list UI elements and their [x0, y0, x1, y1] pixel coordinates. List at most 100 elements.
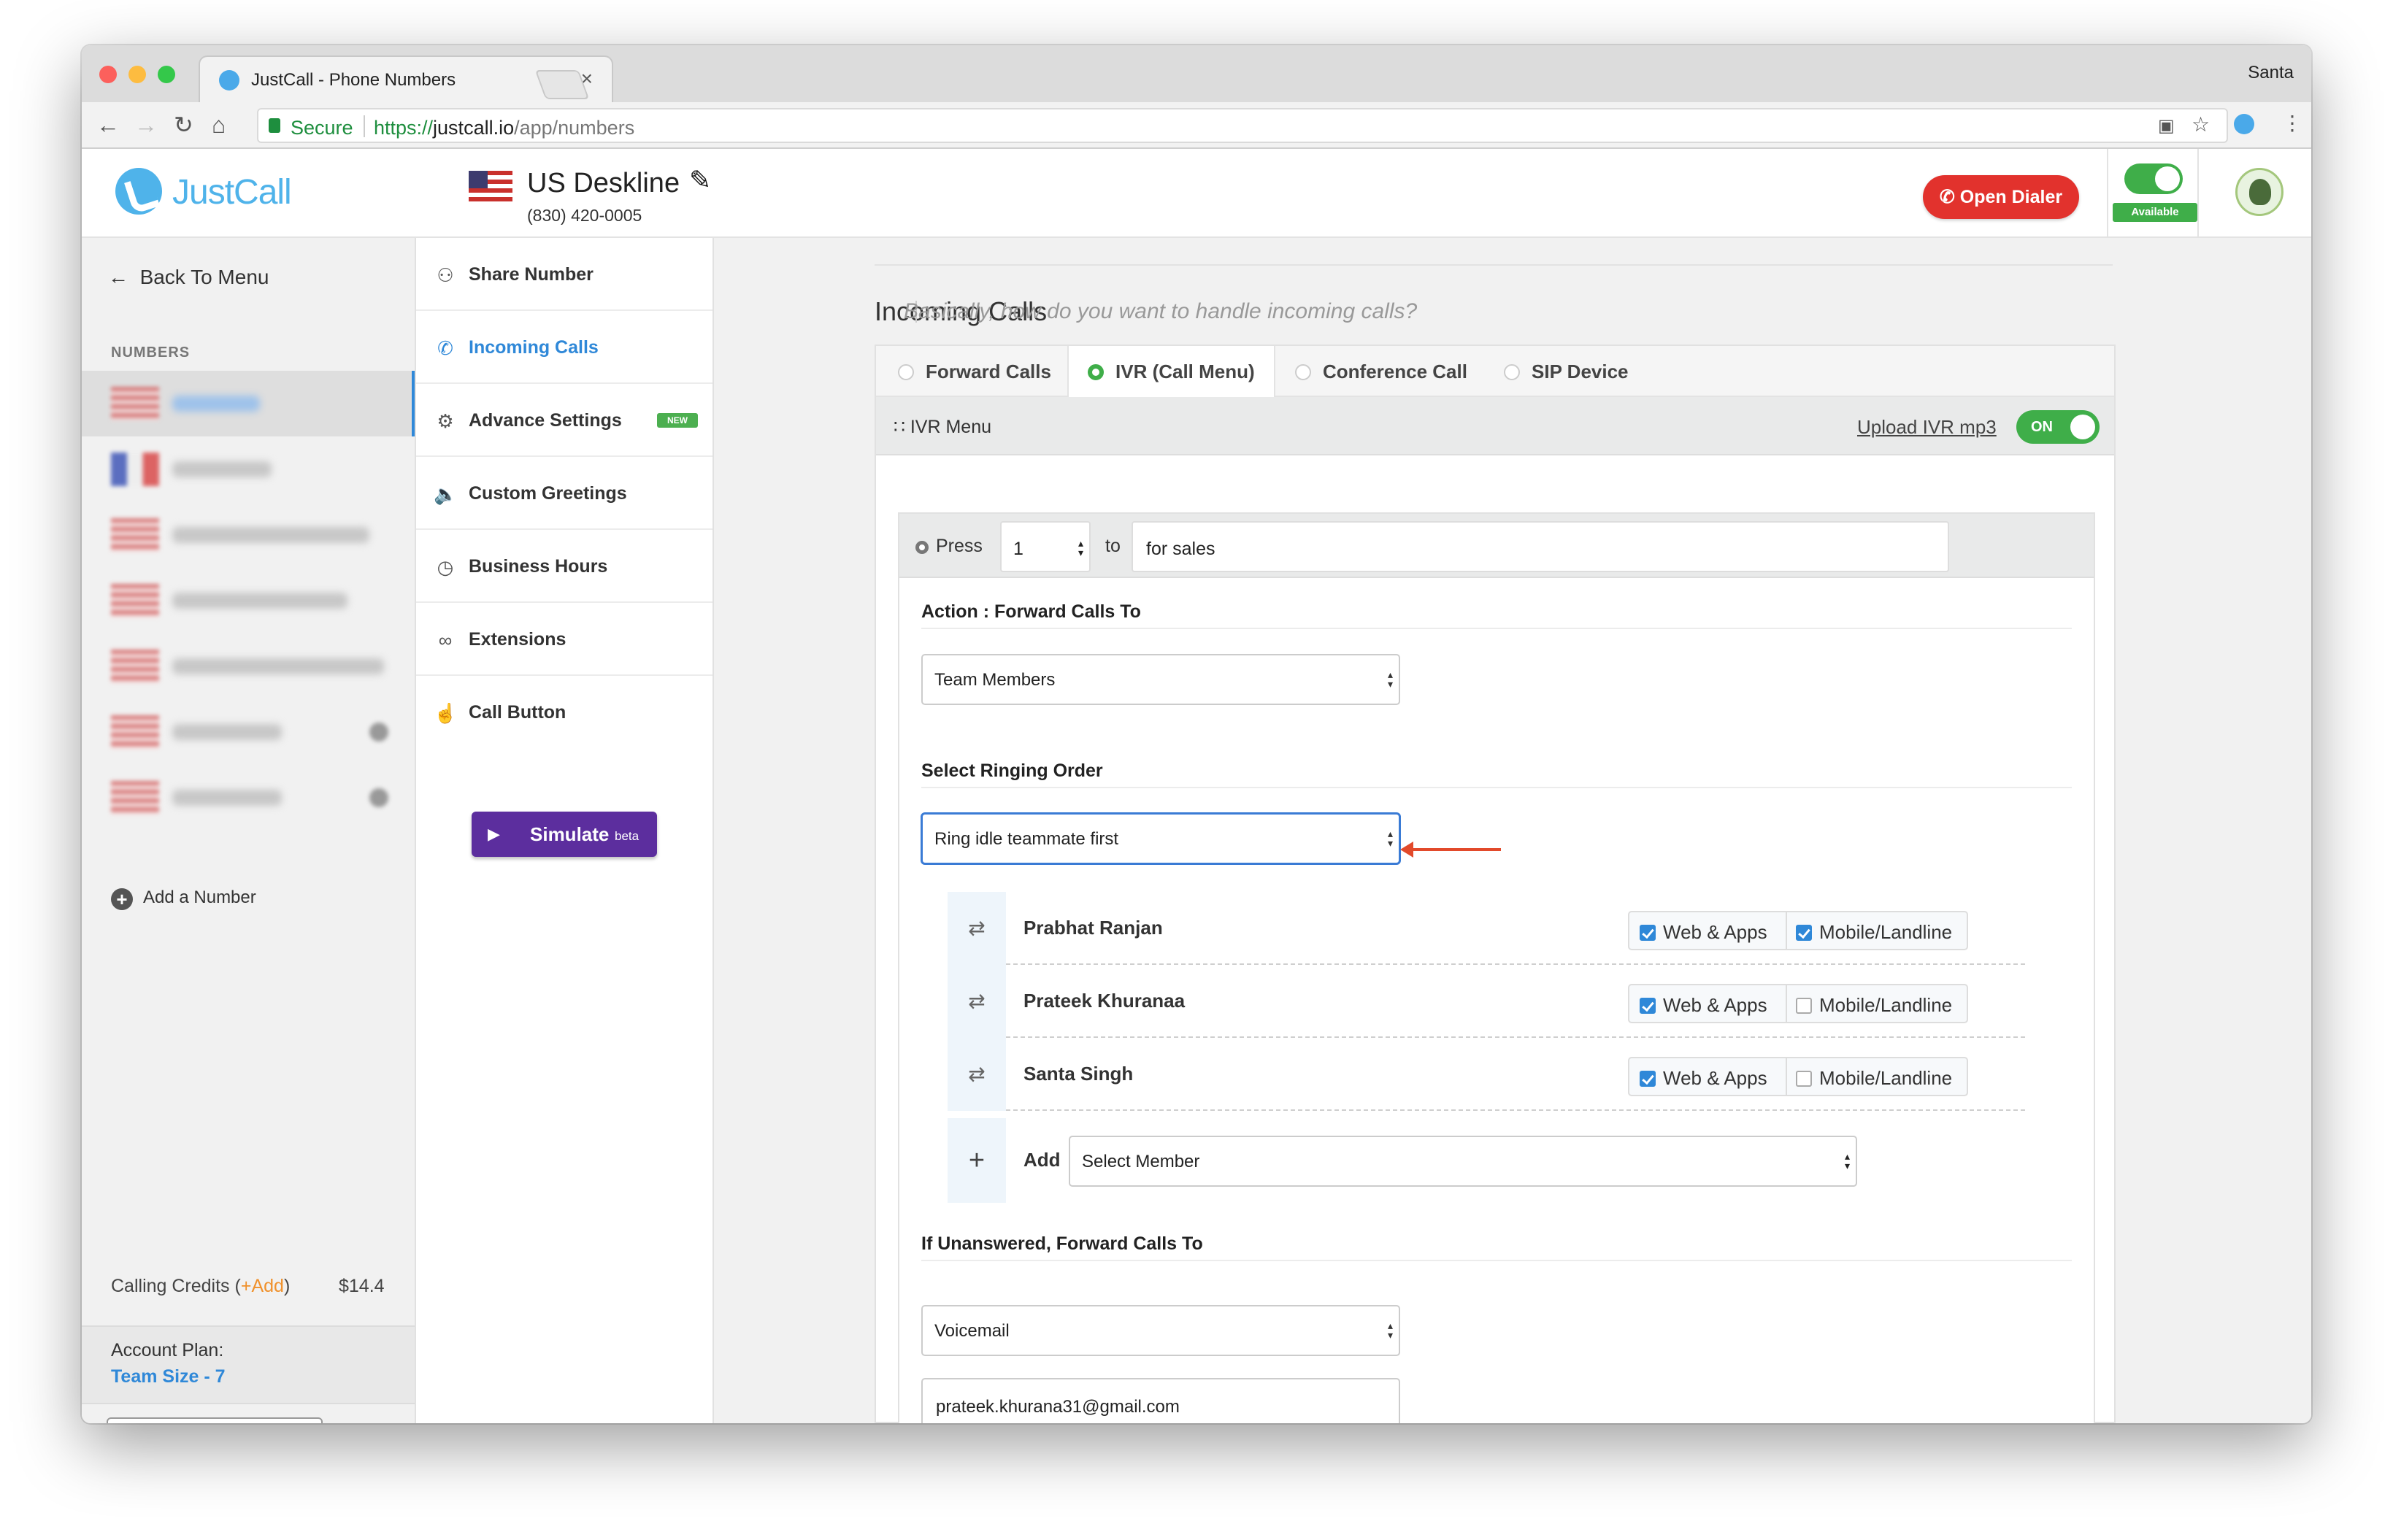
shuffle-icon[interactable]: ⇄ — [948, 965, 1006, 1038]
minimize-window-button[interactable] — [128, 66, 146, 83]
menu-item-label: Call Button — [469, 702, 566, 723]
number-row[interactable] — [82, 436, 415, 502]
select-member-dropdown[interactable]: Select Member — [1069, 1136, 1857, 1187]
ringing-order-select[interactable]: Ring idle teammate first — [921, 813, 1400, 864]
users-icon: ⚇ — [437, 264, 454, 286]
number-value: (830) 420-0005 — [527, 206, 642, 225]
press-key-select[interactable]: 1 — [1000, 521, 1091, 572]
shuffle-icon[interactable]: ⇄ — [948, 1038, 1006, 1111]
mobile-landline-checkbox[interactable]: Mobile/Landline — [1796, 921, 1952, 944]
web-apps-checkbox[interactable]: Web & Apps — [1640, 994, 1767, 1017]
add-number-button[interactable]: + Add a Number — [111, 888, 256, 910]
ivr-option-panel: Press 1 to for sales Action : Forward Ca… — [898, 512, 2095, 1423]
ivr-menu-bar: ∷ IVR Menu Upload IVR mp3 ON — [876, 397, 2114, 455]
to-label: to — [1105, 536, 1121, 556]
ivr-menu-label: IVR Menu — [910, 417, 992, 437]
add-number-label: Add a Number — [143, 888, 256, 907]
reload-icon[interactable]: ↻ — [174, 112, 193, 137]
add-member-row: + Add Select Member — [948, 1118, 2025, 1203]
bookmark-star-icon[interactable]: ☆ — [2192, 112, 2210, 136]
ringing-order-heading: Select Ringing Order — [921, 761, 1103, 781]
flag-icon — [111, 715, 159, 749]
simulate-button[interactable]: ▶ Simulate beta — [472, 812, 657, 857]
address-bar[interactable]: Secure https://justcall.io/app/numbers ▣… — [257, 108, 2228, 143]
checkbox-label: Mobile/Landline — [1819, 994, 1953, 1016]
press-label: Press — [936, 536, 983, 556]
plan-value[interactable]: Team Size - 7 — [111, 1366, 226, 1387]
menu-item-business-hours[interactable]: ◷ Business Hours — [416, 530, 712, 603]
plus-icon[interactable]: + — [948, 1118, 1006, 1203]
more-menu-icon[interactable]: ⋮ — [2282, 111, 2302, 135]
shuffle-icon[interactable]: ⇄ — [948, 892, 1006, 965]
back-to-menu-link[interactable]: ← Back To Menu — [108, 266, 269, 289]
availability-toggle[interactable] — [2124, 163, 2183, 194]
press-option[interactable]: Press — [915, 536, 983, 557]
ivr-toggle[interactable]: ON — [2016, 410, 2100, 444]
number-row[interactable] — [82, 502, 415, 568]
number-row[interactable] — [82, 371, 415, 436]
menu-item-incoming-calls[interactable]: ✆ Incoming Calls — [416, 311, 712, 384]
web-apps-checkbox[interactable]: Web & Apps — [1640, 1067, 1767, 1090]
url-text[interactable]: https://justcall.io/app/numbers — [374, 117, 634, 139]
action-heading: Action : Forward Calls To — [921, 601, 1141, 622]
menu-item-label: Advance Settings — [469, 410, 622, 431]
checkbox-label: Mobile/Landline — [1819, 921, 1953, 943]
voicemail-email-input[interactable]: prateek.khurana31@gmail.com — [921, 1378, 1400, 1423]
menu-item-custom-greetings[interactable]: 🔈 Custom Greetings — [416, 457, 712, 530]
section-rule — [921, 628, 2072, 629]
back-arrow-icon[interactable]: ← — [96, 112, 120, 137]
plus-circle-icon: + — [111, 888, 133, 910]
tab-forward-calls[interactable]: Forward Calls — [898, 346, 1051, 397]
add-credits-link[interactable]: +Add — [241, 1276, 284, 1296]
zoom-window-button[interactable] — [158, 66, 175, 83]
number-row[interactable] — [82, 765, 415, 831]
mobile-landline-checkbox[interactable]: Mobile/Landline — [1796, 1067, 1952, 1090]
number-row[interactable] — [82, 699, 415, 765]
home-icon[interactable]: ⌂ — [212, 112, 226, 137]
menu-item-extensions[interactable]: ∞ Extensions — [416, 603, 712, 676]
menu-item-advance-settings[interactable]: ⚙ Advance Settings NEW — [416, 384, 712, 457]
number-row[interactable] — [82, 568, 415, 634]
justcall-logo-icon[interactable] — [115, 168, 162, 215]
phone-icon: ✆ — [1939, 187, 1960, 207]
checkbox-unchecked-icon — [1796, 1071, 1812, 1087]
justcall-extension-icon[interactable] — [2234, 114, 2254, 134]
tab-ivr-call-menu[interactable]: IVR (Call Menu) — [1067, 346, 1275, 397]
action-select[interactable]: Team Members — [921, 654, 1400, 705]
number-name: US Deskline — [527, 168, 680, 199]
open-dialer-button[interactable]: ✆ Open Dialer — [1923, 175, 2079, 219]
profile-name[interactable]: Santa — [2248, 63, 2294, 83]
top-divider — [875, 264, 2113, 266]
ivr-menu-title: ∷ IVR Menu — [894, 416, 991, 438]
mobile-landline-checkbox[interactable]: Mobile/Landline — [1796, 994, 1952, 1017]
edit-pencil-icon[interactable]: ✎ — [689, 165, 711, 196]
flag-icon — [111, 387, 159, 420]
checkbox-checked-icon — [1640, 1071, 1656, 1087]
new-badge: NEW — [657, 413, 698, 428]
number-row[interactable] — [82, 634, 415, 699]
justcall-favicon-icon — [219, 70, 239, 91]
logo-text[interactable]: JustCall — [172, 172, 292, 212]
gear-icon: ⚙ — [437, 410, 454, 432]
menu-item-share-number[interactable]: ⚇ Share Number — [416, 238, 712, 311]
camera-icon[interactable]: ▣ — [2158, 115, 2175, 136]
language-select[interactable]: Select Language — [107, 1417, 323, 1423]
checkbox-divider — [1786, 985, 1787, 1022]
upload-ivr-link[interactable]: Upload IVR mp3 — [1857, 416, 1997, 439]
radio-icon — [1504, 364, 1520, 380]
tab-conference-call[interactable]: Conference Call — [1295, 346, 1467, 397]
menu-item-call-button[interactable]: ☝ Call Button — [416, 676, 712, 749]
forward-arrow-icon[interactable]: → — [134, 112, 158, 137]
user-avatar[interactable] — [2235, 168, 2283, 216]
close-window-button[interactable] — [99, 66, 117, 83]
member-channels: Web & Apps Mobile/Landline — [1628, 911, 1968, 950]
menu-item-label: Business Hours — [469, 556, 608, 577]
press-description-input[interactable]: for sales — [1132, 521, 1949, 572]
checkbox-label: Mobile/Landline — [1819, 1067, 1953, 1089]
web-apps-checkbox[interactable]: Web & Apps — [1640, 921, 1767, 944]
availability-label: Available — [2113, 203, 2197, 222]
tab-sip-device[interactable]: SIP Device — [1504, 346, 1629, 397]
blurred-number-label — [172, 658, 384, 674]
unanswered-select[interactable]: Voicemail — [921, 1305, 1400, 1356]
blurred-number-label — [172, 790, 282, 806]
